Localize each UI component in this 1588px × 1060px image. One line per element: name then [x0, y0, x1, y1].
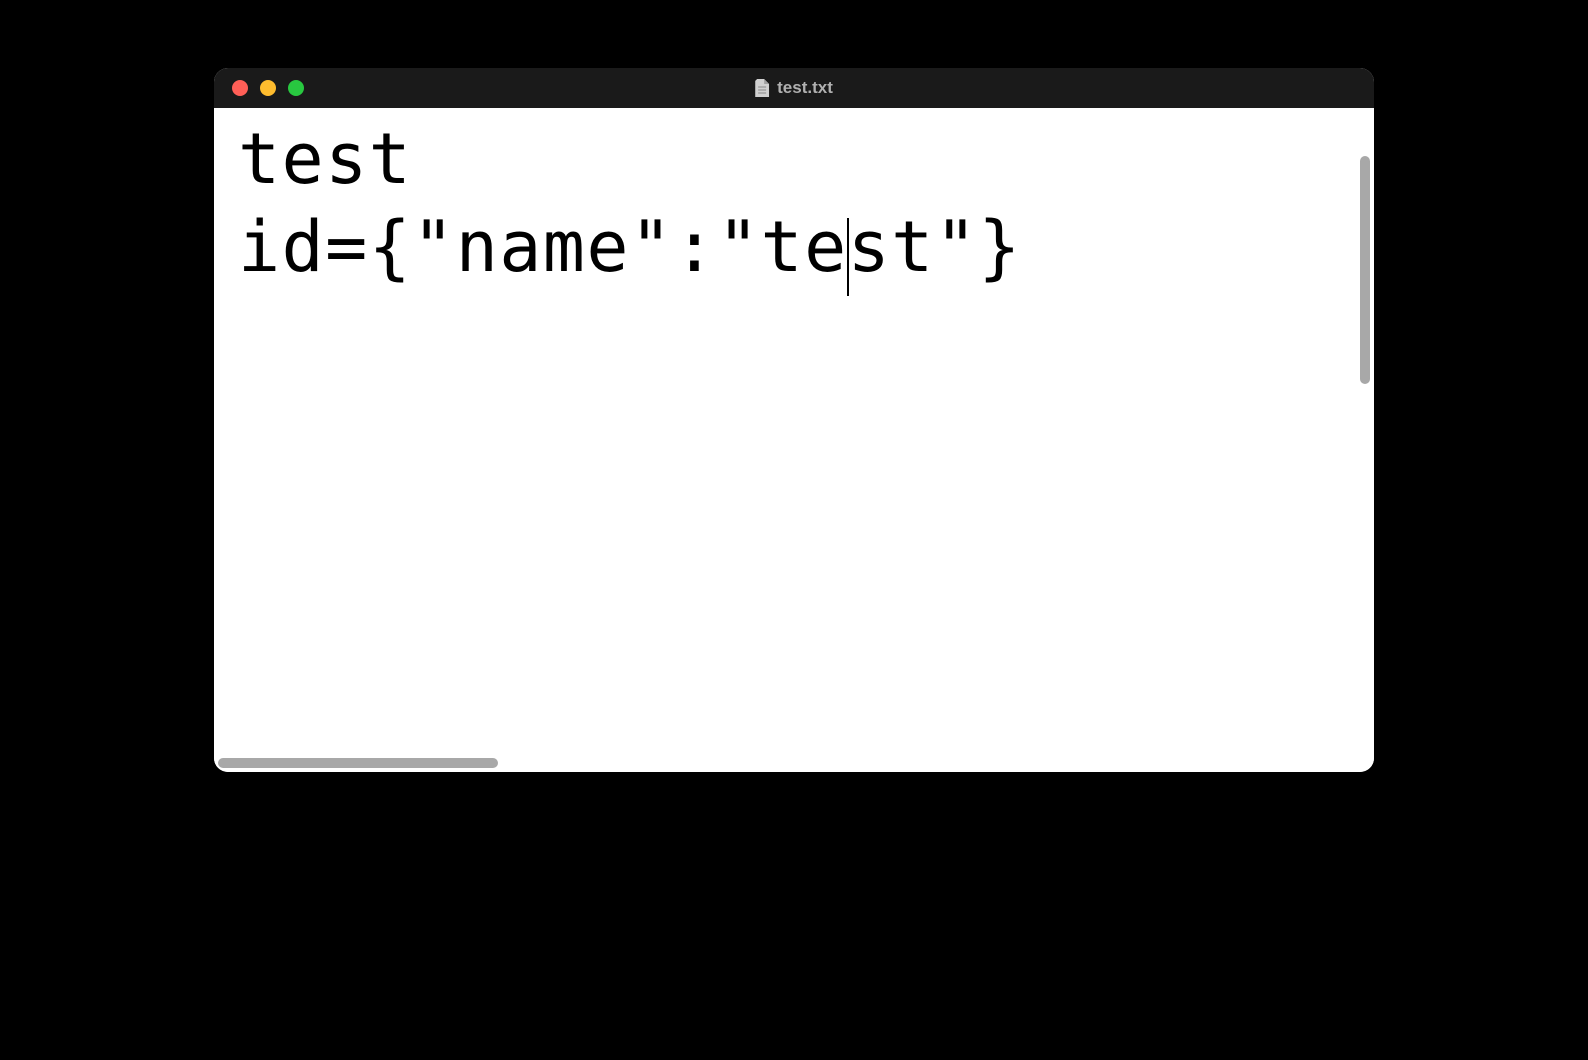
title-container: test.txt: [755, 78, 833, 98]
text-cursor: [847, 218, 849, 296]
zoom-button[interactable]: [288, 80, 304, 96]
file-icon: [755, 79, 769, 97]
close-button[interactable]: [232, 80, 248, 96]
text-content[interactable]: testid={"name":"test"}: [214, 108, 1374, 299]
text-line-1[interactable]: test: [238, 116, 1350, 204]
horizontal-scrollbar[interactable]: [218, 758, 498, 768]
traffic-lights: [232, 80, 304, 96]
window-title: test.txt: [777, 78, 833, 98]
text-after-cursor: st"}: [848, 206, 1022, 288]
titlebar[interactable]: test.txt: [214, 68, 1374, 108]
vertical-scrollbar[interactable]: [1360, 156, 1370, 384]
text-before-cursor: id={"name":"te: [238, 206, 848, 288]
minimize-button[interactable]: [260, 80, 276, 96]
text-editor-window: test.txt testid={"name":"test"}: [214, 68, 1374, 772]
text-line-2[interactable]: id={"name":"test"}: [238, 204, 1350, 292]
editor-content-area[interactable]: testid={"name":"test"}: [214, 108, 1374, 772]
